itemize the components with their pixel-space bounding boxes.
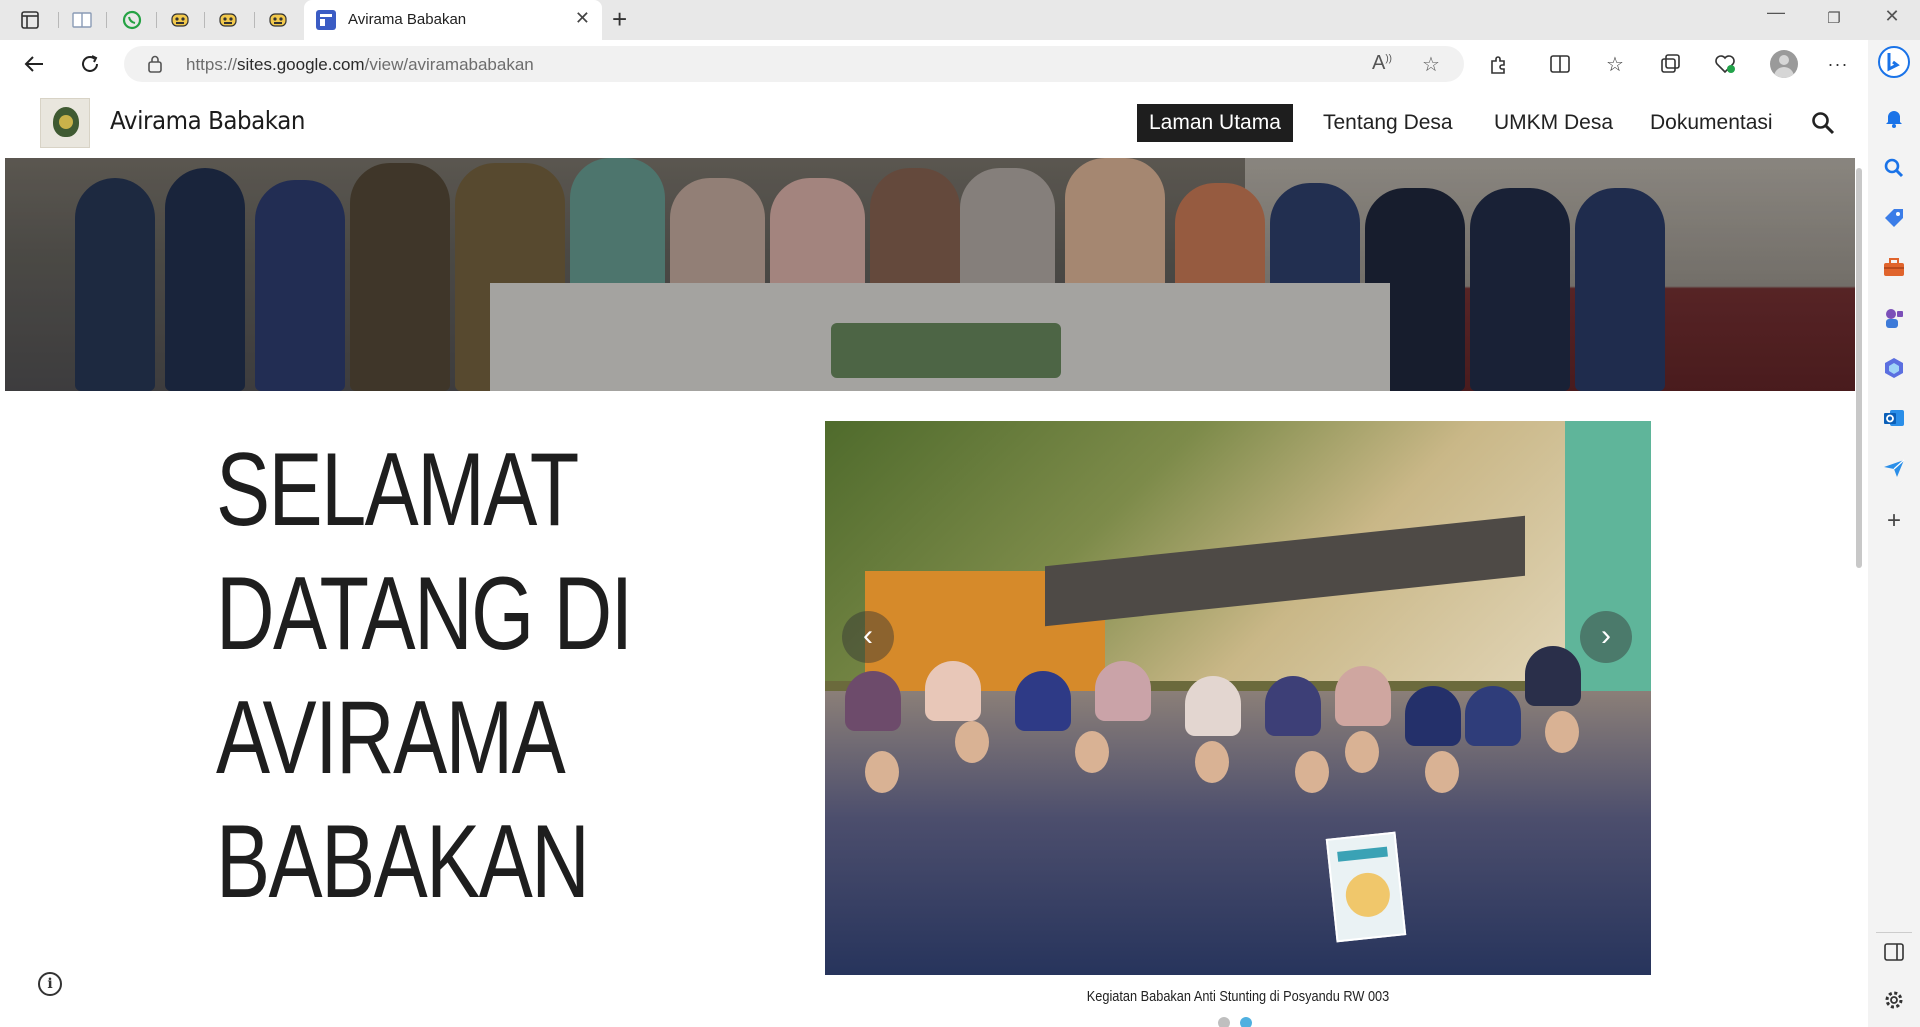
- hero-heading-line: SELAMAT: [216, 432, 579, 548]
- hero-heading-line: BABAKAN: [216, 804, 590, 920]
- split-screen-icon[interactable]: [1546, 50, 1574, 78]
- browser-essentials-icon[interactable]: [1711, 50, 1739, 78]
- refresh-icon[interactable]: [76, 50, 104, 78]
- nav-dokumentasi[interactable]: Dokumentasi: [1638, 104, 1785, 142]
- url-text[interactable]: https://sites.google.com/view/aviramabab…: [186, 55, 534, 75]
- tools-icon[interactable]: [1882, 256, 1906, 280]
- tab-avirama-babakan[interactable]: Avirama Babakan ✕: [304, 0, 602, 40]
- lock-icon[interactable]: [148, 55, 162, 73]
- read-aloud-icon[interactable]: A)): [1372, 52, 1392, 75]
- banner-image: [5, 158, 1855, 391]
- nav-laman-utama[interactable]: Laman Utama: [1137, 104, 1293, 142]
- info-icon[interactable]: i: [38, 972, 62, 996]
- whatsapp-icon[interactable]: [120, 8, 144, 32]
- microsoft-365-icon[interactable]: [1882, 356, 1906, 380]
- outlook-icon[interactable]: [1882, 406, 1906, 430]
- tab-strip: Avirama Babakan ✕ + — ❐ ✕: [0, 0, 1920, 40]
- site-logo[interactable]: [40, 98, 90, 148]
- copilot-icon[interactable]: [1878, 46, 1910, 78]
- poster-image: [1325, 831, 1407, 943]
- send-icon[interactable]: [1882, 456, 1906, 480]
- close-window-icon[interactable]: ✕: [1872, 6, 1912, 27]
- new-tab-icon[interactable]: +: [612, 4, 627, 35]
- browser-toolbar: https://sites.google.com/view/aviramabab…: [0, 40, 1920, 88]
- favorite-star-icon[interactable]: ☆: [1422, 52, 1440, 77]
- page-scrollbar[interactable]: [1856, 168, 1862, 568]
- games-icon[interactable]: [1882, 306, 1906, 330]
- bot-icon[interactable]: [266, 8, 290, 32]
- add-sidebar-app-icon[interactable]: +: [1882, 509, 1906, 534]
- minimize-icon[interactable]: —: [1756, 2, 1796, 23]
- tab-actions-icon[interactable]: [18, 8, 42, 32]
- hero-heading-line: DATANG DI: [216, 556, 633, 672]
- bot-icon[interactable]: [168, 8, 192, 32]
- profile-avatar[interactable]: [1770, 50, 1798, 78]
- collections-icon[interactable]: [1656, 50, 1684, 78]
- carousel-dots: [1218, 1017, 1252, 1027]
- google-sites-icon: [316, 10, 336, 30]
- hide-sidebar-icon[interactable]: [1882, 940, 1906, 964]
- carousel-dot[interactable]: [1218, 1017, 1230, 1027]
- reading-list-icon[interactable]: [70, 8, 94, 32]
- notifications-icon[interactable]: [1882, 106, 1906, 130]
- image-carousel[interactable]: ‹ ›: [825, 421, 1651, 975]
- close-tab-icon[interactable]: ✕: [575, 8, 590, 29]
- site-header: Avirama Babakan Laman Utama Tentang Desa…: [0, 88, 1856, 158]
- favorites-icon[interactable]: ☆: [1601, 50, 1629, 78]
- carousel-prev-icon[interactable]: ‹: [842, 611, 894, 663]
- nav-umkm-desa[interactable]: UMKM Desa: [1482, 104, 1625, 142]
- back-icon[interactable]: [20, 50, 48, 78]
- edge-sidebar: +: [1868, 40, 1920, 1027]
- search-sidebar-icon[interactable]: [1882, 156, 1906, 180]
- nav-tentang-desa[interactable]: Tentang Desa: [1311, 104, 1465, 142]
- tab-title: Avirama Babakan: [348, 11, 467, 28]
- carousel-next-icon[interactable]: ›: [1580, 611, 1632, 663]
- search-icon[interactable]: [1810, 110, 1836, 136]
- restore-icon[interactable]: ❐: [1814, 9, 1854, 27]
- shopping-icon[interactable]: [1882, 206, 1906, 230]
- bot-icon[interactable]: [216, 8, 240, 32]
- address-bar[interactable]: https://sites.google.com/view/aviramabab…: [124, 46, 1464, 82]
- carousel-caption: Kegiatan Babakan Anti Stunting di Posyan…: [1086, 988, 1390, 1005]
- hero-heading-line: AVIRAMA: [216, 680, 566, 796]
- site-title[interactable]: Avirama Babakan: [110, 106, 305, 135]
- more-options-icon[interactable]: ···: [1824, 50, 1852, 78]
- hero-heading: SELAMAT DATANG DI AVIRAMA BABAKAN: [216, 428, 633, 924]
- extensions-icon[interactable]: [1485, 50, 1513, 78]
- web-page: Avirama Babakan Laman Utama Tentang Desa…: [0, 88, 1868, 1027]
- settings-gear-icon[interactable]: [1882, 988, 1906, 1012]
- carousel-dot-active[interactable]: [1240, 1017, 1252, 1027]
